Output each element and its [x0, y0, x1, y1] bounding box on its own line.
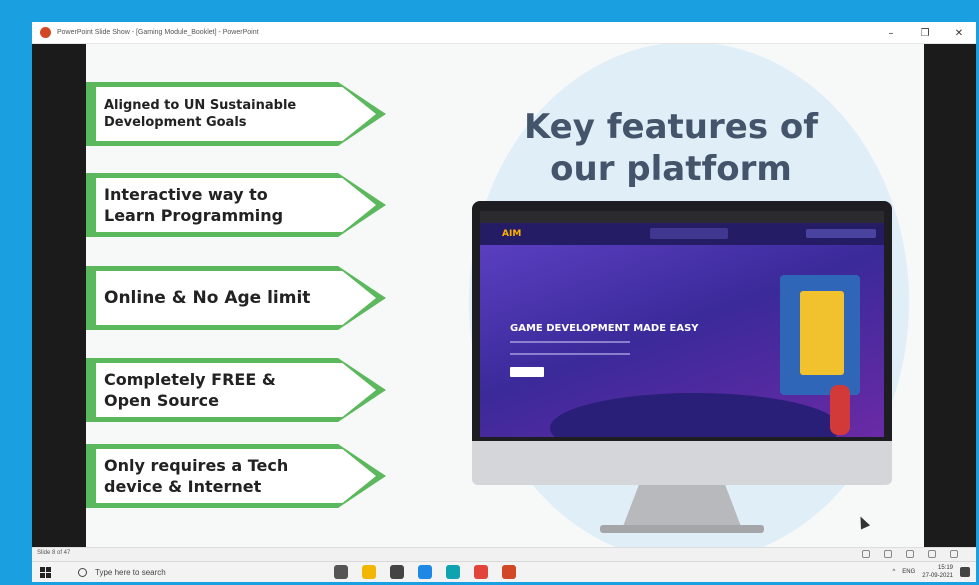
search-icon	[78, 568, 87, 577]
calculator-icon[interactable]	[418, 565, 432, 579]
task-view-icon[interactable]	[334, 565, 348, 579]
site-logo: AIM	[502, 229, 522, 239]
feature-label-4: Completely FREE & Open Source	[104, 370, 276, 410]
windows-start-icon[interactable]	[40, 567, 51, 578]
system-tray: ^ ENG 15:19 27-09-2021	[892, 564, 970, 580]
slide-sorter-icon[interactable]	[884, 550, 892, 558]
slideshow-icon[interactable]	[928, 550, 936, 558]
site-nav: AIM	[480, 223, 884, 245]
language-indicator[interactable]: ENG	[902, 569, 915, 575]
letterbox-left	[32, 44, 86, 547]
browser-bar	[480, 211, 884, 223]
edge-icon[interactable]	[446, 565, 460, 579]
feature-label-2: Interactive way to Learn Programming	[104, 185, 284, 225]
window-title: PowerPoint Slide Show - [Gaming Module_B…	[57, 29, 259, 36]
hero-headline: GAME DEVELOPMENT MADE EASY	[510, 323, 699, 334]
hero-plant	[830, 385, 850, 435]
monitor-bezel: AIM GAME DEVELOPMENT MADE EASY	[472, 201, 892, 441]
letterbox-right	[924, 44, 976, 547]
file-explorer-icon[interactable]	[362, 565, 376, 579]
monitor-chin	[472, 441, 892, 485]
taskbar-search[interactable]: Type here to search	[72, 564, 312, 581]
taskbar-apps	[334, 565, 516, 579]
close-button[interactable]: ✕	[942, 22, 976, 44]
hero-button	[510, 367, 544, 377]
slide[interactable]: Aligned to UN Sustainable Development Go…	[86, 44, 924, 547]
title-bar: PowerPoint Slide Show - [Gaming Module_B…	[32, 22, 976, 44]
restore-button[interactable]: ❐	[908, 22, 942, 44]
monitor-foot	[600, 525, 764, 533]
reading-view-icon[interactable]	[906, 550, 914, 558]
hero-card-inner	[800, 291, 844, 375]
minimize-button[interactable]: –	[874, 22, 908, 44]
site-search-bar	[650, 228, 728, 239]
site-hero: GAME DEVELOPMENT MADE EASY	[480, 245, 884, 437]
feature-label-3: Online & No Age limit	[104, 287, 311, 308]
chevron-up-icon[interactable]: ^	[892, 569, 895, 575]
status-icons	[862, 550, 958, 558]
slide-title: Key features of our platform	[523, 107, 819, 189]
zoom-icon[interactable]	[950, 550, 958, 558]
status-bar: Slide 8 of 47	[32, 547, 976, 561]
taskbar: Type here to search ^ ENG 15:19 27-09-20…	[32, 561, 976, 582]
site-brand-logo	[806, 229, 876, 238]
powerpoint-icon[interactable]	[502, 565, 516, 579]
monitor-neck	[622, 485, 742, 529]
hero-subtext	[510, 341, 630, 355]
clock[interactable]: 15:19 27-09-2021	[922, 564, 953, 580]
slide-counter: Slide 8 of 47	[37, 550, 71, 556]
chrome-icon[interactable]	[474, 565, 488, 579]
clock-time: 15:19	[937, 565, 953, 571]
powerpoint-app-icon	[40, 27, 51, 38]
feature-label-1: Aligned to UN Sustainable Development Go…	[104, 98, 297, 130]
feature-label-5: Only requires a Tech device & Internet	[104, 456, 289, 496]
mail-icon[interactable]	[390, 565, 404, 579]
screen: PowerPoint Slide Show - [Gaming Module_B…	[32, 22, 976, 582]
window-controls: – ❐ ✕	[874, 22, 976, 44]
normal-view-icon[interactable]	[862, 550, 870, 558]
clock-date: 27-09-2021	[922, 573, 953, 579]
search-placeholder: Type here to search	[95, 568, 166, 577]
notification-icon[interactable]	[960, 567, 970, 577]
hero-ground	[550, 393, 840, 437]
monitor-illustration: AIM GAME DEVELOPMENT MADE EASY	[472, 201, 892, 541]
monitor-display: AIM GAME DEVELOPMENT MADE EASY	[480, 211, 884, 437]
